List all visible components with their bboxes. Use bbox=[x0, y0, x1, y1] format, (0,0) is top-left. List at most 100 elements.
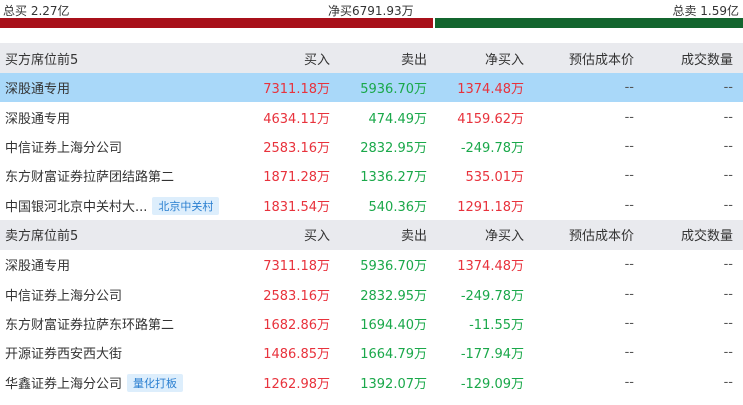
net-amount: 1374.48万 bbox=[430, 73, 527, 103]
trade-quantity: -- bbox=[637, 73, 743, 103]
seat-tag-badge[interactable]: 量化打板 bbox=[127, 373, 184, 392]
cost-price: -- bbox=[624, 286, 634, 302]
buy-sell-ratio-bar bbox=[0, 18, 743, 28]
table-row[interactable]: 深股通专用 4634.11万 474.49万 4159.62万 -- -- bbox=[0, 102, 743, 131]
seat-tag-badge[interactable]: 北京中关村 bbox=[152, 196, 220, 215]
sell-amount: 5936.70万 bbox=[333, 73, 430, 103]
seat-name-text: 中国银河北京中关村大... bbox=[5, 199, 148, 215]
trade-quantity: -- bbox=[723, 345, 733, 361]
col-sell-header[interactable]: 卖出 bbox=[333, 219, 430, 250]
net-amount: -129.09万 bbox=[460, 376, 524, 392]
buy-amount: 1831.54万 bbox=[263, 199, 330, 215]
trade-quantity: -- bbox=[723, 109, 733, 125]
cost-price: -- bbox=[624, 345, 634, 361]
seat-name-text: 中信证券上海分公司 bbox=[5, 288, 123, 304]
buy-section-header: 买方席位前5 买入 卖出 净买入 预估成本价 成交数量 bbox=[0, 43, 743, 73]
seat-name[interactable]: 华鑫证券上海分公司 量化打板 bbox=[0, 368, 240, 397]
sell-amount: 2832.95万 bbox=[360, 140, 427, 156]
seat-name[interactable]: 中信证券上海分公司 bbox=[0, 132, 240, 161]
cost-price: -- bbox=[624, 138, 634, 154]
table-row[interactable]: 华鑫证券上海分公司 量化打板 1262.98万 1392.07万 -129.09万 -- -… bbox=[0, 368, 743, 397]
cost-price: -- bbox=[527, 73, 637, 103]
sell-amount: 1694.40万 bbox=[360, 317, 427, 333]
seat-name-text: 深股通专用 bbox=[5, 259, 71, 275]
table-row[interactable]: 东方财富证券拉萨东环路第二 1682.86万 1694.40万 -11.55万 -- -- bbox=[0, 309, 743, 338]
seat-name[interactable]: 中国银河北京中关村大... 北京中关村 bbox=[0, 191, 240, 220]
trade-quantity: -- bbox=[723, 138, 733, 154]
net-amount: 4159.62万 bbox=[457, 111, 524, 127]
table-row[interactable]: 东方财富证券拉萨团结路第二 1871.28万 1336.27万 535.01万 -- -- bbox=[0, 161, 743, 190]
sell-ratio-bar bbox=[435, 18, 743, 28]
seat-table: 买方席位前5 买入 卖出 净买入 预估成本价 成交数量 深股通专用 7311.18万 5936.… bbox=[0, 43, 743, 397]
seat-name-text: 东方财富证券拉萨团结路第二 bbox=[5, 170, 175, 186]
seat-name[interactable]: 深股通专用 bbox=[0, 73, 240, 103]
net-amount: 535.01万 bbox=[465, 170, 525, 186]
seat-name-text: 中信证券上海分公司 bbox=[5, 140, 123, 156]
buy-amount: 7311.18万 bbox=[240, 73, 333, 103]
buy-amount: 4634.11万 bbox=[263, 111, 330, 127]
sell-amount: 1664.79万 bbox=[360, 347, 427, 363]
total-buy-label: 总买 2.27亿 bbox=[3, 4, 70, 18]
table-row[interactable]: 深股通专用 7311.18万 5936.70万 1374.48万 -- -- bbox=[0, 73, 743, 103]
buy-ratio-bar bbox=[0, 18, 433, 28]
buy-amount: 1262.98万 bbox=[263, 376, 330, 392]
net-amount: -177.94万 bbox=[460, 347, 524, 363]
table-row[interactable]: 中信证券上海分公司 2583.16万 2832.95万 -249.78万 -- -- bbox=[0, 132, 743, 161]
net-amount: 1291.18万 bbox=[457, 199, 524, 215]
cost-price: -- bbox=[624, 168, 634, 184]
trade-quantity: -- bbox=[723, 168, 733, 184]
col-qty-header[interactable]: 成交数量 bbox=[637, 219, 743, 250]
section-title: 买方席位前5 bbox=[0, 43, 240, 73]
table-row[interactable]: 深股通专用 7311.18万 5936.70万 1374.48万 -- -- bbox=[0, 250, 743, 279]
buy-amount: 7311.18万 bbox=[263, 259, 330, 275]
sell-section-header: 卖方席位前5 买入 卖出 净买入 预估成本价 成交数量 bbox=[0, 219, 743, 250]
seat-name[interactable]: 深股通专用 bbox=[0, 102, 240, 131]
table-row[interactable]: 开源证券西安西大街 1486.85万 1664.79万 -177.94万 -- -- bbox=[0, 338, 743, 367]
seat-name-text: 华鑫证券上海分公司 bbox=[5, 376, 123, 392]
seat-name[interactable]: 东方财富证券拉萨东环路第二 bbox=[0, 309, 240, 338]
seat-name-text: 东方财富证券拉萨东环路第二 bbox=[5, 317, 175, 333]
col-cost-header[interactable]: 预估成本价 bbox=[527, 43, 637, 73]
sell-amount: 1336.27万 bbox=[360, 170, 427, 186]
trade-quantity: -- bbox=[723, 257, 733, 273]
net-amount: -249.78万 bbox=[460, 288, 524, 304]
table-row[interactable]: 中信证券上海分公司 2583.16万 2832.95万 -249.78万 -- -- bbox=[0, 279, 743, 308]
seat-name[interactable]: 开源证券西安西大街 bbox=[0, 338, 240, 367]
net-amount: -249.78万 bbox=[460, 140, 524, 156]
col-buy-header[interactable]: 买入 bbox=[240, 219, 333, 250]
net-buy-label: 净买6791.93万 bbox=[328, 4, 414, 18]
total-sell-label: 总卖 1.59亿 bbox=[672, 4, 739, 18]
seat-name[interactable]: 东方财富证券拉萨团结路第二 bbox=[0, 161, 240, 190]
sell-amount: 1392.07万 bbox=[360, 376, 427, 392]
cost-price: -- bbox=[624, 197, 634, 213]
section-title: 卖方席位前5 bbox=[0, 219, 240, 250]
buy-amount: 1682.86万 bbox=[263, 317, 330, 333]
seat-name-text: 深股通专用 bbox=[5, 111, 71, 127]
cost-price: -- bbox=[624, 109, 634, 125]
seat-name[interactable]: 深股通专用 bbox=[0, 250, 240, 279]
buy-amount: 1871.28万 bbox=[263, 170, 330, 186]
col-sell-header[interactable]: 卖出 bbox=[333, 43, 430, 73]
trade-quantity: -- bbox=[723, 374, 733, 390]
seat-name-text: 深股通专用 bbox=[5, 82, 71, 98]
buy-amount: 2583.16万 bbox=[263, 140, 330, 156]
net-amount: 1374.48万 bbox=[457, 259, 524, 275]
cost-price: -- bbox=[624, 257, 634, 273]
table-row[interactable]: 中国银河北京中关村大... 北京中关村 1831.54万 540.36万 1291.18… bbox=[0, 191, 743, 220]
trade-quantity: -- bbox=[723, 315, 733, 331]
col-cost-header[interactable]: 预估成本价 bbox=[527, 219, 637, 250]
col-qty-header[interactable]: 成交数量 bbox=[637, 43, 743, 73]
seat-table-body: 买方席位前5 买入 卖出 净买入 预估成本价 成交数量 深股通专用 7311.18万 5936.… bbox=[0, 43, 743, 397]
buy-amount: 1486.85万 bbox=[263, 347, 330, 363]
col-net-header[interactable]: 净买入 bbox=[430, 43, 527, 73]
trade-quantity: -- bbox=[723, 197, 733, 213]
buy-amount: 2583.16万 bbox=[263, 288, 330, 304]
seat-name-text: 开源证券西安西大街 bbox=[5, 347, 123, 363]
seat-name[interactable]: 中信证券上海分公司 bbox=[0, 279, 240, 308]
trade-quantity: -- bbox=[723, 286, 733, 302]
sell-amount: 5936.70万 bbox=[360, 259, 427, 275]
col-buy-header[interactable]: 买入 bbox=[240, 43, 333, 73]
sell-amount: 474.49万 bbox=[368, 111, 428, 127]
col-net-header[interactable]: 净买入 bbox=[430, 219, 527, 250]
net-amount: -11.55万 bbox=[469, 317, 524, 333]
